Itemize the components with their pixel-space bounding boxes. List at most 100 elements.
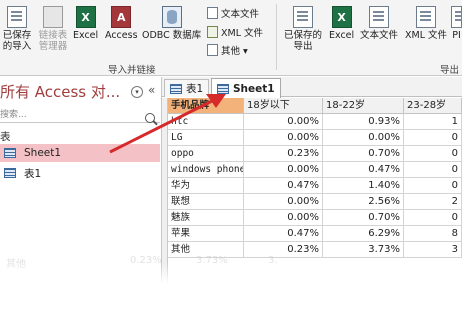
access-window: 已保存的导入 链接表管理器 X Excel A Access ODBC 数据库 … — [0, 0, 462, 310]
nav-item-sheet1[interactable]: Sheet1 — [0, 144, 160, 162]
cell-under18[interactable]: 0.47% — [244, 226, 323, 242]
tab-sheet1[interactable]: Sheet1 — [211, 78, 281, 98]
chevron-down-icon[interactable]: ▾ — [131, 86, 143, 98]
nav-search-input[interactable]: 搜索... — [0, 107, 160, 123]
column-header-23-28[interactable]: 23-28岁 — [404, 98, 462, 114]
odbc-database-icon — [161, 6, 182, 28]
cell-18-22[interactable]: 6.29% — [323, 226, 404, 242]
bottom-fade — [0, 262, 462, 310]
saved-imports-button[interactable]: 已保存的导入 — [0, 6, 34, 52]
cell-under18[interactable]: 0.00% — [244, 130, 323, 146]
cell-under18[interactable]: 0.00% — [244, 162, 323, 178]
table-icon — [4, 168, 16, 178]
cell-under18[interactable]: 0.47% — [244, 178, 323, 194]
cell-under18[interactable]: 0.00% — [244, 194, 323, 210]
table-row[interactable]: 魅族 0.00% 0.70% 0 — [168, 210, 462, 226]
column-header-brand[interactable]: 手机品牌 — [168, 98, 244, 114]
cell-brand[interactable]: 魅族 — [168, 210, 244, 226]
excel-icon: X — [75, 6, 96, 28]
cell-18-22[interactable]: 0.47% — [323, 162, 404, 178]
tab-table1[interactable]: 表1 — [164, 79, 210, 97]
export-group-label: 导出 — [440, 65, 460, 76]
export-excel-button[interactable]: X Excel — [329, 6, 354, 41]
nav-group-tables[interactable]: 表 — [0, 129, 11, 144]
table-icon — [217, 83, 229, 94]
table-row[interactable]: oppo 0.23% 0.70% 0 — [168, 146, 462, 162]
cell-18-22[interactable]: 0.93% — [323, 114, 404, 130]
xml-file-icon — [416, 6, 437, 28]
import-text-file-label: 文本文件 — [221, 9, 260, 20]
xml-file-icon — [207, 26, 218, 38]
cell-brand[interactable]: 联想 — [168, 194, 244, 210]
import-xml-file-button[interactable]: XML 文件 — [207, 25, 263, 39]
export-xml-file-label: XML 文件 — [405, 30, 448, 41]
export-text-file-button[interactable]: 文本文件 — [360, 6, 398, 41]
cell-23-28[interactable]: 0 — [404, 162, 462, 178]
cell-18-22[interactable]: 1.40% — [323, 178, 404, 194]
cell-under18[interactable]: 0.23% — [244, 146, 323, 162]
import-group-label: 导入并链接 — [108, 65, 156, 76]
export-xml-file-button[interactable]: XML 文件 — [405, 6, 447, 41]
cell-18-22[interactable]: 2.56% — [323, 194, 404, 210]
cell-23-28[interactable]: 2 — [404, 194, 462, 210]
cell-18-22[interactable]: 0.70% — [323, 210, 404, 226]
column-header-under18[interactable]: 18岁以下 — [244, 98, 323, 114]
linked-table-manager-button[interactable]: 链接表管理器 — [36, 6, 70, 52]
cell-brand[interactable]: oppo — [168, 146, 244, 162]
ribbon: 已保存的导入 链接表管理器 X Excel A Access ODBC 数据库 … — [0, 0, 462, 76]
import-more-button[interactable]: 其他 ▾ — [207, 43, 248, 57]
saved-imports-icon — [7, 6, 27, 28]
search-icon[interactable] — [145, 113, 155, 123]
table-row[interactable]: 华为 0.47% 1.40% 0 — [168, 178, 462, 194]
export-excel-label: Excel — [329, 30, 355, 41]
cell-23-28[interactable]: 1 — [404, 114, 462, 130]
table-row[interactable]: windows phone 0.00% 0.47% 0 — [168, 162, 462, 178]
table-row[interactable]: LG 0.00% 0.00% 0 — [168, 130, 462, 146]
cell-brand[interactable]: 苹果 — [168, 226, 244, 242]
cell-23-28[interactable]: 0 — [404, 130, 462, 146]
saved-exports-label: 已保存的导出 — [283, 30, 322, 52]
import-excel-button[interactable]: X Excel — [73, 6, 98, 41]
import-access-button[interactable]: A Access — [105, 6, 138, 41]
nav-item-label: 表1 — [24, 167, 42, 180]
tab-label: Sheet1 — [233, 82, 275, 95]
cell-brand[interactable]: windows phone — [168, 162, 244, 178]
saved-exports-button[interactable]: 已保存的导出 — [282, 6, 324, 52]
cell-brand[interactable]: LG — [168, 130, 244, 146]
header-row: 手机品牌 18岁以下 18-22岁 23-28岁 — [168, 98, 462, 114]
document-tabs: 表1 Sheet1 — [162, 77, 462, 98]
cell-brand[interactable]: 华为 — [168, 178, 244, 194]
cell-under18[interactable]: 0.00% — [244, 114, 323, 130]
import-odbc-label: ODBC 数据库 — [142, 30, 202, 41]
cell-23-28[interactable]: 0 — [404, 210, 462, 226]
table-row[interactable]: 苹果 0.47% 6.29% 8 — [168, 226, 462, 242]
table-row[interactable]: 联想 0.00% 2.56% 2 — [168, 194, 462, 210]
cell-18-22[interactable]: 0.70% — [323, 146, 404, 162]
export-text-file-label: 文本文件 — [360, 30, 399, 41]
ribbon-group-divider — [276, 4, 277, 70]
cell-under18[interactable]: 0.00% — [244, 210, 323, 226]
access-icon: A — [111, 6, 132, 28]
pdf-icon — [451, 6, 462, 28]
saved-exports-icon — [293, 6, 313, 28]
nav-pane-title[interactable]: 所有 Access 对... — [0, 81, 120, 102]
more-icon — [207, 44, 218, 56]
nav-item-label: Sheet1 — [24, 147, 62, 159]
collapse-pane-icon[interactable]: « — [148, 83, 155, 97]
import-access-label: Access — [105, 30, 138, 41]
cell-brand[interactable]: htc — [168, 114, 244, 130]
text-file-icon — [369, 6, 389, 28]
cell-18-22[interactable]: 0.00% — [323, 130, 404, 146]
import-odbc-button[interactable]: ODBC 数据库 — [142, 6, 201, 41]
table-icon — [170, 83, 182, 94]
cell-23-28[interactable]: 8 — [404, 226, 462, 242]
cell-23-28[interactable]: 0 — [404, 178, 462, 194]
excel-icon: X — [331, 6, 352, 28]
nav-item-table1[interactable]: 表1 — [0, 164, 160, 182]
import-text-file-button[interactable]: 文本文件 — [207, 6, 259, 20]
table-row[interactable]: htc 0.00% 0.93% 1 — [168, 114, 462, 130]
tab-label: 表1 — [186, 83, 204, 95]
column-header-18-22[interactable]: 18-22岁 — [323, 98, 404, 114]
cell-23-28[interactable]: 0 — [404, 146, 462, 162]
export-pdf-button[interactable]: PI — [451, 6, 462, 41]
